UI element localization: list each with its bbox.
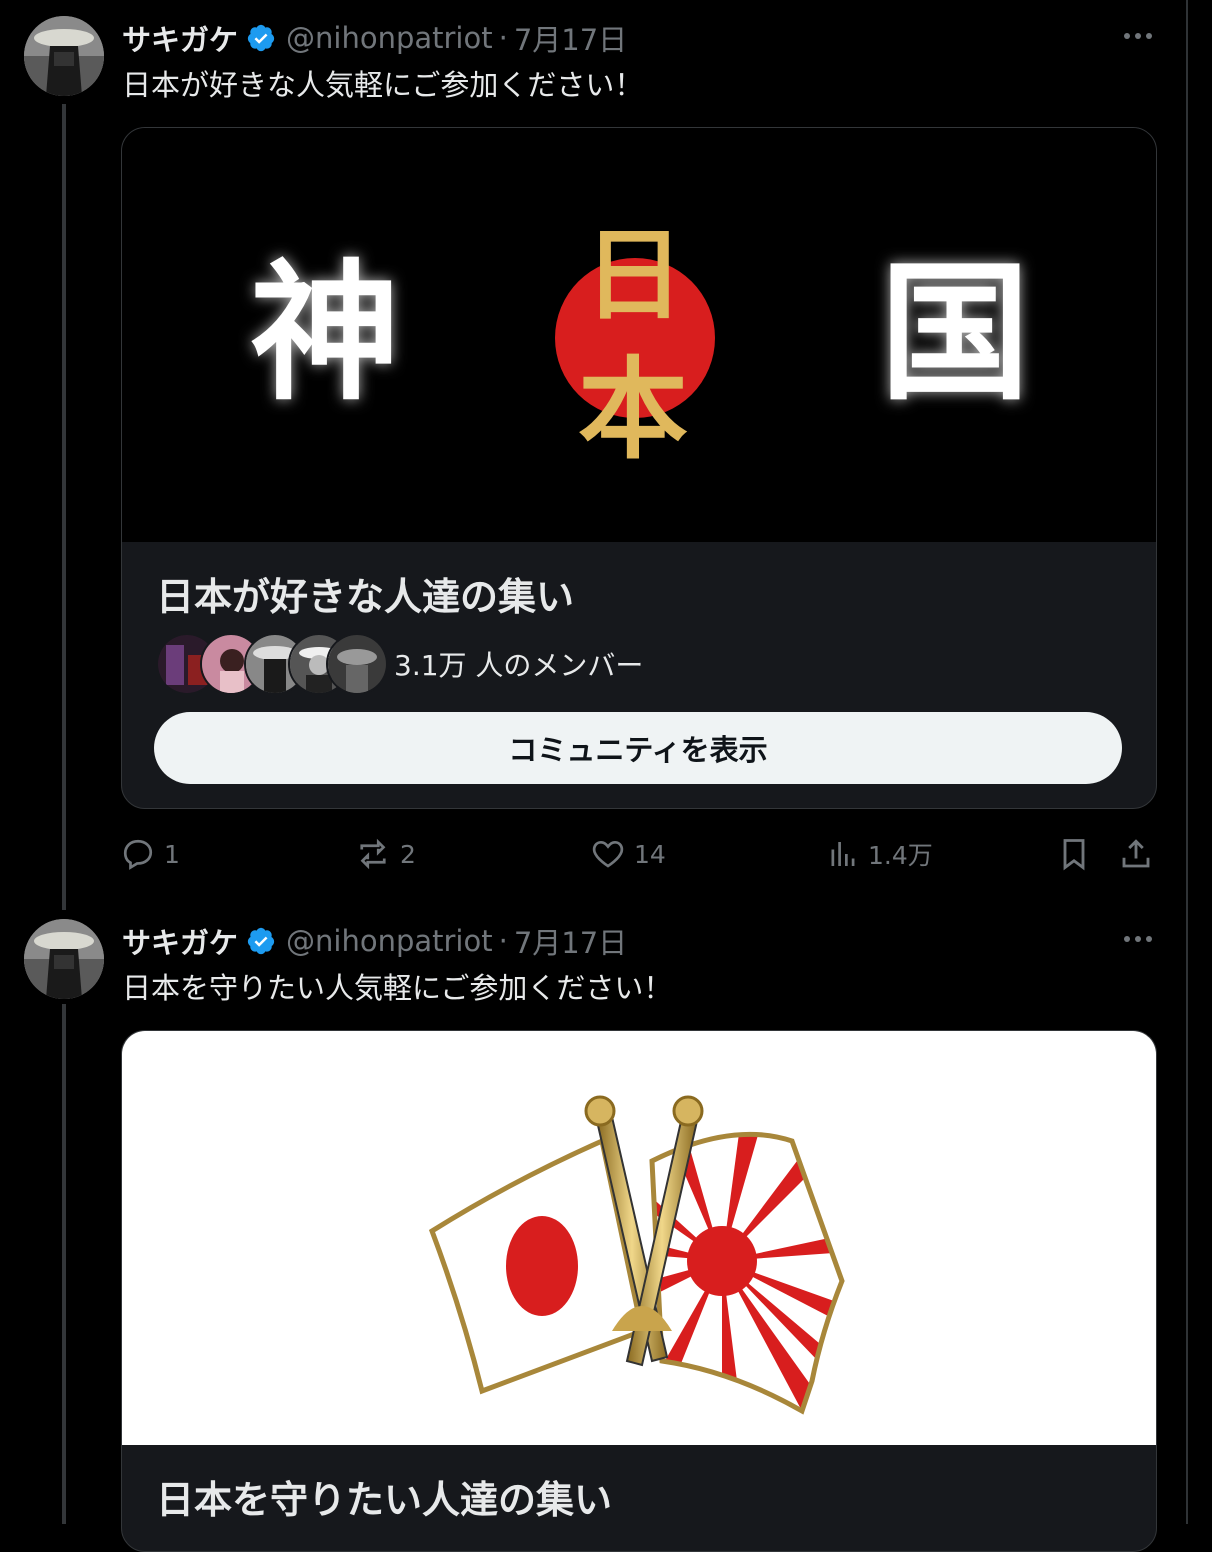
separator: · bbox=[498, 924, 508, 958]
author-name[interactable]: サキガケ bbox=[122, 920, 238, 962]
author-handle[interactable]: @nihonpatriot bbox=[286, 924, 493, 958]
tweet-date[interactable]: 7月17日 bbox=[514, 920, 627, 962]
reply-icon bbox=[123, 839, 153, 870]
tweet-text: 日本を守りたい人気軽にご参加ください！ bbox=[122, 971, 673, 1005]
community-card[interactable]: 日本を守りたい人達の集い bbox=[121, 1030, 1157, 1552]
views-button[interactable]: 1.4万 bbox=[824, 832, 933, 876]
tweet-text: 日本が好きな人気軽にご参加ください！ bbox=[122, 68, 644, 102]
verified-badge-icon[interactable] bbox=[246, 23, 276, 53]
like-count: 14 bbox=[634, 839, 666, 869]
community-title[interactable]: 日本を守りたい人達の集い bbox=[156, 1469, 612, 1524]
community-banner bbox=[122, 1031, 1156, 1445]
tweet-actions: 1 2 14 1.4万 bbox=[120, 832, 1160, 876]
avatar[interactable] bbox=[24, 16, 104, 96]
tweet[interactable]: サキガケ @nihonpatriot · 7月17日 日本を守りたい人気軽にご参… bbox=[0, 903, 1186, 1552]
more-icon[interactable] bbox=[1118, 16, 1158, 56]
member-count: 3.1万 人のメンバー bbox=[394, 649, 644, 682]
tweet-date[interactable]: 7月17日 bbox=[514, 17, 627, 59]
share-button[interactable] bbox=[1118, 832, 1154, 876]
views-icon bbox=[831, 842, 855, 866]
avatar[interactable] bbox=[24, 919, 104, 999]
repost-count: 2 bbox=[400, 839, 416, 869]
views-count: 1.4万 bbox=[868, 841, 933, 870]
member-avatar bbox=[326, 633, 388, 695]
member-facepile bbox=[156, 633, 388, 695]
bookmark-button[interactable] bbox=[1056, 832, 1092, 876]
separator: · bbox=[498, 21, 508, 55]
tweet-header: サキガケ @nihonpatriot · 7月17日 bbox=[122, 921, 627, 961]
community-banner: 神 日 本 国 bbox=[122, 128, 1156, 542]
like-icon bbox=[592, 840, 624, 868]
author-handle[interactable]: @nihonpatriot bbox=[286, 21, 493, 55]
view-community-button[interactable]: コミュニティを表示 bbox=[154, 712, 1122, 784]
column-border bbox=[1186, 0, 1188, 1524]
like-button[interactable]: 14 bbox=[590, 832, 666, 876]
banner-char-center-top: 日 bbox=[584, 216, 684, 334]
bookmark-icon bbox=[1063, 839, 1085, 871]
member-summary: 3.1万 人のメンバー bbox=[156, 633, 643, 695]
repost-icon bbox=[360, 838, 386, 870]
reply-button[interactable]: 1 bbox=[120, 832, 180, 876]
author-name[interactable]: サキガケ bbox=[122, 17, 238, 59]
banner-char-right: 国 bbox=[880, 245, 1031, 421]
community-card[interactable]: 神 日 本 国 日本が好きな人達の集い 3.1万 人のメンバー コミュニティを表… bbox=[121, 127, 1157, 809]
tweet[interactable]: サキガケ @nihonpatriot · 7月17日 日本が好きな人気軽にご参加… bbox=[0, 0, 1186, 900]
more-icon[interactable] bbox=[1118, 919, 1158, 959]
banner-char-left: 神 bbox=[250, 245, 401, 421]
community-title[interactable]: 日本が好きな人達の集い bbox=[156, 566, 574, 621]
reply-count: 1 bbox=[164, 839, 180, 869]
repost-button[interactable]: 2 bbox=[354, 832, 416, 876]
verified-badge-icon[interactable] bbox=[246, 926, 276, 956]
tweet-header: サキガケ @nihonpatriot · 7月17日 bbox=[122, 18, 627, 58]
banner-char-center-bottom: 本 bbox=[578, 345, 688, 474]
share-icon bbox=[1122, 839, 1150, 868]
